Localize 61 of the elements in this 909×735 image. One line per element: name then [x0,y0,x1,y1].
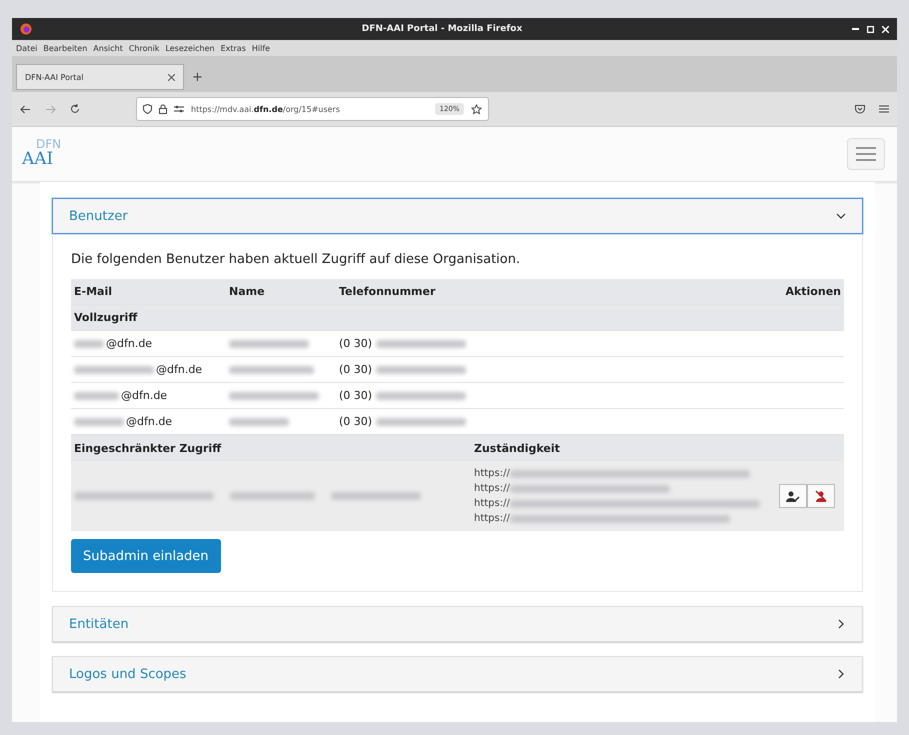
logo-text: DFN [36,137,62,151]
menu-button[interactable] [847,138,885,170]
menu-item[interactable]: Chronik [128,44,160,52]
menu-item[interactable]: Lesezeichen [165,44,215,52]
email-text: @dfn.de [106,337,152,350]
star-icon[interactable] [470,104,482,114]
column-header: E-Mail [74,285,113,298]
user-remove-icon [815,490,827,502]
firefox-icon [20,23,32,35]
email-text: @dfn.de [156,363,202,376]
chevron-right-icon [836,669,846,679]
accordion-header[interactable]: Entitäten [52,606,863,642]
browser-tab[interactable]: DFN-AAI Portal [16,64,184,90]
hamburger-icon [856,147,876,161]
back-icon[interactable] [20,104,31,114]
blurred-text [74,340,104,348]
menu-item[interactable]: Ansicht [93,44,123,52]
scope-url: https:// [474,467,510,481]
phone-text: (0 30) [339,389,372,402]
logo-text: AAI [22,149,54,169]
permissions-icon [174,105,184,113]
group-header: Eingeschränkter Zugriff [74,442,222,454]
scope-url: https:// [474,482,510,496]
column-header: Telefonnummer [339,285,436,298]
user-edit-icon [786,490,800,502]
shield-icon [143,104,152,114]
accordion-header[interactable]: Logos und Scopes [52,656,863,692]
email-text: @dfn.de [121,389,168,402]
menu-item[interactable]: Bearbeiten [43,44,88,52]
window-title: DFN-AAI Portal - Mozilla Firefox [360,24,524,34]
edit-user-button[interactable] [779,484,807,508]
menu-item[interactable]: Extras [220,44,246,52]
column-header: Name [229,285,266,298]
remove-user-button[interactable] [807,484,835,508]
maximize-icon[interactable] [867,26,874,32]
intro-text: Die folgenden Benutzer haben aktuell Zugriff auf diese Organisation. [71,252,522,267]
lock-icon [159,104,167,114]
invite-subadmin-button[interactable]: Subadmin einladen [71,539,221,573]
reload-icon[interactable] [70,104,80,114]
blurred-text [74,418,124,426]
phone-text: (0 30) [339,363,372,376]
phone-text: (0 30) [339,415,372,428]
column-header: Aktionen [784,285,841,298]
menu-item[interactable]: Datei [16,44,38,52]
blurred-text [229,418,289,426]
scope-url: https:// [474,497,510,511]
menu-icon[interactable] [879,105,889,113]
new-tab-button[interactable]: + [192,70,203,85]
blurred-text [74,392,119,400]
url-text: https://mdv.aai.dfn.de/org/15#users [191,104,341,114]
close-icon[interactable] [168,74,175,80]
phone-text: (0 30) [339,337,372,350]
column-header: Zuständigkeit [474,442,561,454]
chevron-down-icon [836,211,846,221]
group-header: Vollzugriff [74,311,138,324]
menu-item[interactable]: Hilfe [252,44,270,52]
chevron-right-icon [836,619,846,629]
accordion-header[interactable]: Benutzer [52,198,863,234]
email-text: @dfn.de [126,415,172,428]
pocket-icon[interactable] [855,104,865,114]
scope-url: https:// [474,512,510,526]
